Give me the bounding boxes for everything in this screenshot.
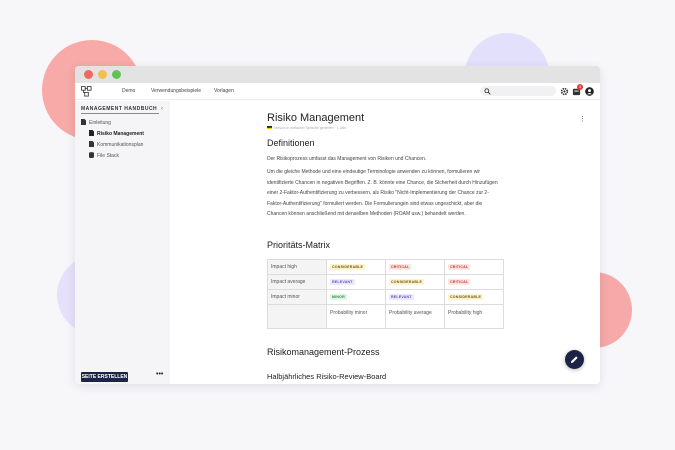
app-header: Demo Verwendungsbeispiele Vorlagen 3 (75, 83, 600, 100)
paragraph-terminology: Um die gleiche Methode und eine eindeuti… (267, 169, 498, 217)
notification-badge: 3 (577, 84, 583, 90)
priority-tag: CONSIDERABLE (330, 264, 366, 270)
sidebar-item-kommunikationsplan[interactable]: Kommunikationsplan (89, 141, 143, 148)
nav-demo[interactable]: Demo (122, 88, 135, 94)
window-titlebar (75, 66, 600, 83)
heading-definitionen: Definitionen (267, 138, 315, 148)
user-avatar-icon[interactable] (585, 87, 594, 96)
sidebar-title-underline (81, 113, 159, 114)
sidebar-item-label: Risiko Management (97, 131, 144, 137)
sidebar: MANAGEMENT HANDBUCH ‹ Einleitung Risiko … (75, 101, 170, 384)
table-row: Impact minor MINOR RELEVANT CONSIDERABLE (267, 289, 504, 305)
nav-vorlagen[interactable]: Vorlagen (214, 88, 234, 94)
row-header-empty (267, 304, 327, 329)
priority-tag: CONSIDERABLE (389, 279, 425, 285)
priority-matrix-table: Impact high CONSIDERABLE CRITICAL CRITIC… (267, 259, 504, 329)
column-header: Probability high (444, 304, 504, 329)
heading-risikomanagement-prozess: Risikomanagement-Prozess (267, 347, 380, 357)
search-input[interactable] (480, 86, 556, 96)
create-page-button[interactable]: SEITE ERSTELLEN (81, 372, 128, 382)
table-row: Impact average RELEVANT CONSIDERABLE CRI… (267, 274, 504, 290)
priority-tag: CRITICAL (448, 264, 471, 270)
priority-tag: RELEVANT (389, 294, 414, 300)
search-icon (484, 88, 491, 95)
sidebar-item-label: File Stack (97, 153, 119, 159)
priority-tag: CRITICAL (448, 279, 471, 285)
close-window-button[interactable] (84, 70, 93, 79)
priority-tag: MINOR (330, 294, 347, 300)
logo-icon[interactable] (81, 86, 92, 97)
sidebar-item-label: Einleitung (89, 120, 111, 126)
document-icon (89, 141, 94, 147)
heading-risiko-review-board: Halbjährliches Risiko-Review-Board (267, 372, 387, 381)
document-icon (89, 130, 94, 136)
browser-window: Demo Verwendungsbeispiele Vorlagen 3 MAN… (75, 66, 600, 384)
sidebar-item-label: Kommunikationsplan (97, 142, 144, 148)
document-icon (81, 119, 86, 125)
stack-icon (89, 152, 94, 158)
page-options-icon[interactable]: ⋮ (579, 115, 586, 123)
page-meta: Version in einfacher Sprache generiert ·… (267, 126, 346, 130)
sidebar-item-risiko-management[interactable]: Risiko Management (89, 130, 144, 137)
sidebar-title: MANAGEMENT HANDBUCH (81, 106, 158, 112)
minimize-window-button[interactable] (98, 70, 107, 79)
paragraph-intro: Der Risikoprozess umfasst das Management… (267, 156, 427, 162)
pencil-icon (570, 356, 578, 364)
german-flag-icon (267, 126, 272, 129)
table-row: Impact high CONSIDERABLE CRITICAL CRITIC… (267, 259, 504, 275)
priority-tag: CRITICAL (389, 264, 412, 270)
maximize-window-button[interactable] (112, 70, 121, 79)
page-title: Risiko Management (267, 112, 365, 124)
collapse-sidebar-icon[interactable]: ‹ (161, 106, 163, 112)
edit-page-button[interactable] (565, 350, 584, 369)
table-row: Probability minor Probability average Pr… (267, 304, 504, 329)
row-header: Impact minor (267, 289, 327, 305)
sidebar-item-file-stack[interactable]: File Stack (89, 152, 119, 159)
column-header: Probability average (385, 304, 445, 329)
heading-prioritaets-matrix: Prioritäts-Matrix (267, 240, 331, 250)
priority-tag: RELEVANT (330, 279, 355, 285)
row-header: Impact average (267, 274, 327, 290)
row-header: Impact high (267, 259, 327, 275)
main-content: Risiko Management Version in einfacher S… (170, 101, 600, 384)
column-header: Probability minor (326, 304, 386, 329)
nav-verwendungsbeispiele[interactable]: Verwendungsbeispiele (151, 88, 201, 94)
priority-tag: CONSIDERABLE (448, 294, 484, 300)
more-options-icon[interactable]: ••• (156, 371, 163, 378)
sidebar-item-einleitung[interactable]: Einleitung (81, 119, 111, 126)
gear-icon[interactable] (560, 87, 569, 96)
